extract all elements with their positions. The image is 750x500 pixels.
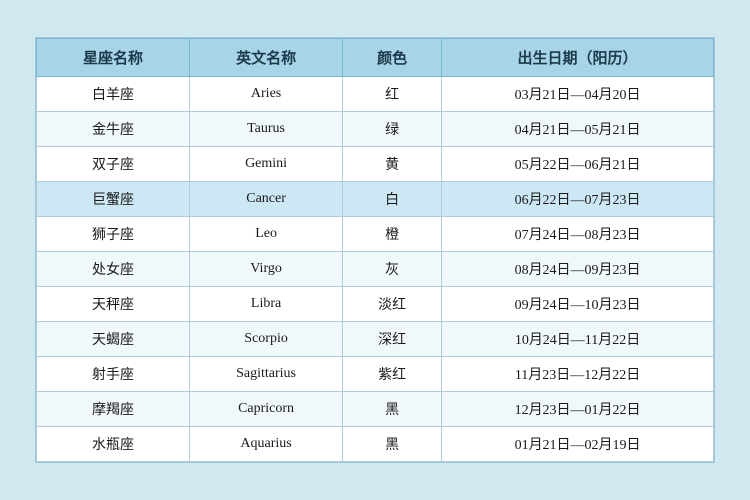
- cell-dates: 08月24日—09月23日: [442, 252, 714, 287]
- cell-chinese-name: 摩羯座: [37, 392, 190, 427]
- zodiac-table: 星座名称 英文名称 颜色 出生日期（阳历） 白羊座Aries红03月21日—04…: [36, 38, 714, 462]
- table-row: 天秤座Libra淡红09月24日—10月23日: [37, 287, 714, 322]
- cell-chinese-name: 双子座: [37, 147, 190, 182]
- cell-dates: 07月24日—08月23日: [442, 217, 714, 252]
- cell-chinese-name: 白羊座: [37, 77, 190, 112]
- cell-english-name: Leo: [190, 217, 343, 252]
- cell-color: 紫红: [343, 357, 442, 392]
- cell-color: 黄: [343, 147, 442, 182]
- cell-english-name: Libra: [190, 287, 343, 322]
- cell-dates: 10月24日—11月22日: [442, 322, 714, 357]
- cell-dates: 01月21日—02月19日: [442, 427, 714, 462]
- cell-english-name: Aquarius: [190, 427, 343, 462]
- cell-english-name: Virgo: [190, 252, 343, 287]
- cell-chinese-name: 水瓶座: [37, 427, 190, 462]
- cell-color: 绿: [343, 112, 442, 147]
- cell-dates: 09月24日—10月23日: [442, 287, 714, 322]
- cell-chinese-name: 射手座: [37, 357, 190, 392]
- header-color: 颜色: [343, 39, 442, 77]
- table-row: 摩羯座Capricorn黑12月23日—01月22日: [37, 392, 714, 427]
- table-row: 狮子座Leo橙07月24日—08月23日: [37, 217, 714, 252]
- header-dates: 出生日期（阳历）: [442, 39, 714, 77]
- table-row: 白羊座Aries红03月21日—04月20日: [37, 77, 714, 112]
- cell-english-name: Capricorn: [190, 392, 343, 427]
- cell-english-name: Scorpio: [190, 322, 343, 357]
- cell-color: 黑: [343, 392, 442, 427]
- cell-color: 黑: [343, 427, 442, 462]
- table-row: 天蝎座Scorpio深红10月24日—11月22日: [37, 322, 714, 357]
- cell-chinese-name: 处女座: [37, 252, 190, 287]
- cell-english-name: Sagittarius: [190, 357, 343, 392]
- table-row: 巨蟹座Cancer白06月22日—07月23日: [37, 182, 714, 217]
- cell-dates: 06月22日—07月23日: [442, 182, 714, 217]
- zodiac-table-container: 星座名称 英文名称 颜色 出生日期（阳历） 白羊座Aries红03月21日—04…: [35, 37, 715, 463]
- table-row: 双子座Gemini黄05月22日—06月21日: [37, 147, 714, 182]
- cell-dates: 05月22日—06月21日: [442, 147, 714, 182]
- cell-dates: 04月21日—05月21日: [442, 112, 714, 147]
- table-row: 处女座Virgo灰08月24日—09月23日: [37, 252, 714, 287]
- header-chinese-name: 星座名称: [37, 39, 190, 77]
- cell-english-name: Aries: [190, 77, 343, 112]
- cell-color: 红: [343, 77, 442, 112]
- cell-english-name: Gemini: [190, 147, 343, 182]
- cell-chinese-name: 巨蟹座: [37, 182, 190, 217]
- cell-color: 白: [343, 182, 442, 217]
- cell-chinese-name: 天蝎座: [37, 322, 190, 357]
- table-row: 金牛座Taurus绿04月21日—05月21日: [37, 112, 714, 147]
- cell-chinese-name: 金牛座: [37, 112, 190, 147]
- header-english-name: 英文名称: [190, 39, 343, 77]
- cell-dates: 11月23日—12月22日: [442, 357, 714, 392]
- cell-dates: 12月23日—01月22日: [442, 392, 714, 427]
- table-header-row: 星座名称 英文名称 颜色 出生日期（阳历）: [37, 39, 714, 77]
- cell-english-name: Cancer: [190, 182, 343, 217]
- cell-color: 淡红: [343, 287, 442, 322]
- cell-color: 灰: [343, 252, 442, 287]
- cell-chinese-name: 狮子座: [37, 217, 190, 252]
- table-body: 白羊座Aries红03月21日—04月20日金牛座Taurus绿04月21日—0…: [37, 77, 714, 462]
- cell-english-name: Taurus: [190, 112, 343, 147]
- cell-dates: 03月21日—04月20日: [442, 77, 714, 112]
- table-row: 射手座Sagittarius紫红11月23日—12月22日: [37, 357, 714, 392]
- cell-color: 橙: [343, 217, 442, 252]
- cell-chinese-name: 天秤座: [37, 287, 190, 322]
- cell-color: 深红: [343, 322, 442, 357]
- table-row: 水瓶座Aquarius黑01月21日—02月19日: [37, 427, 714, 462]
